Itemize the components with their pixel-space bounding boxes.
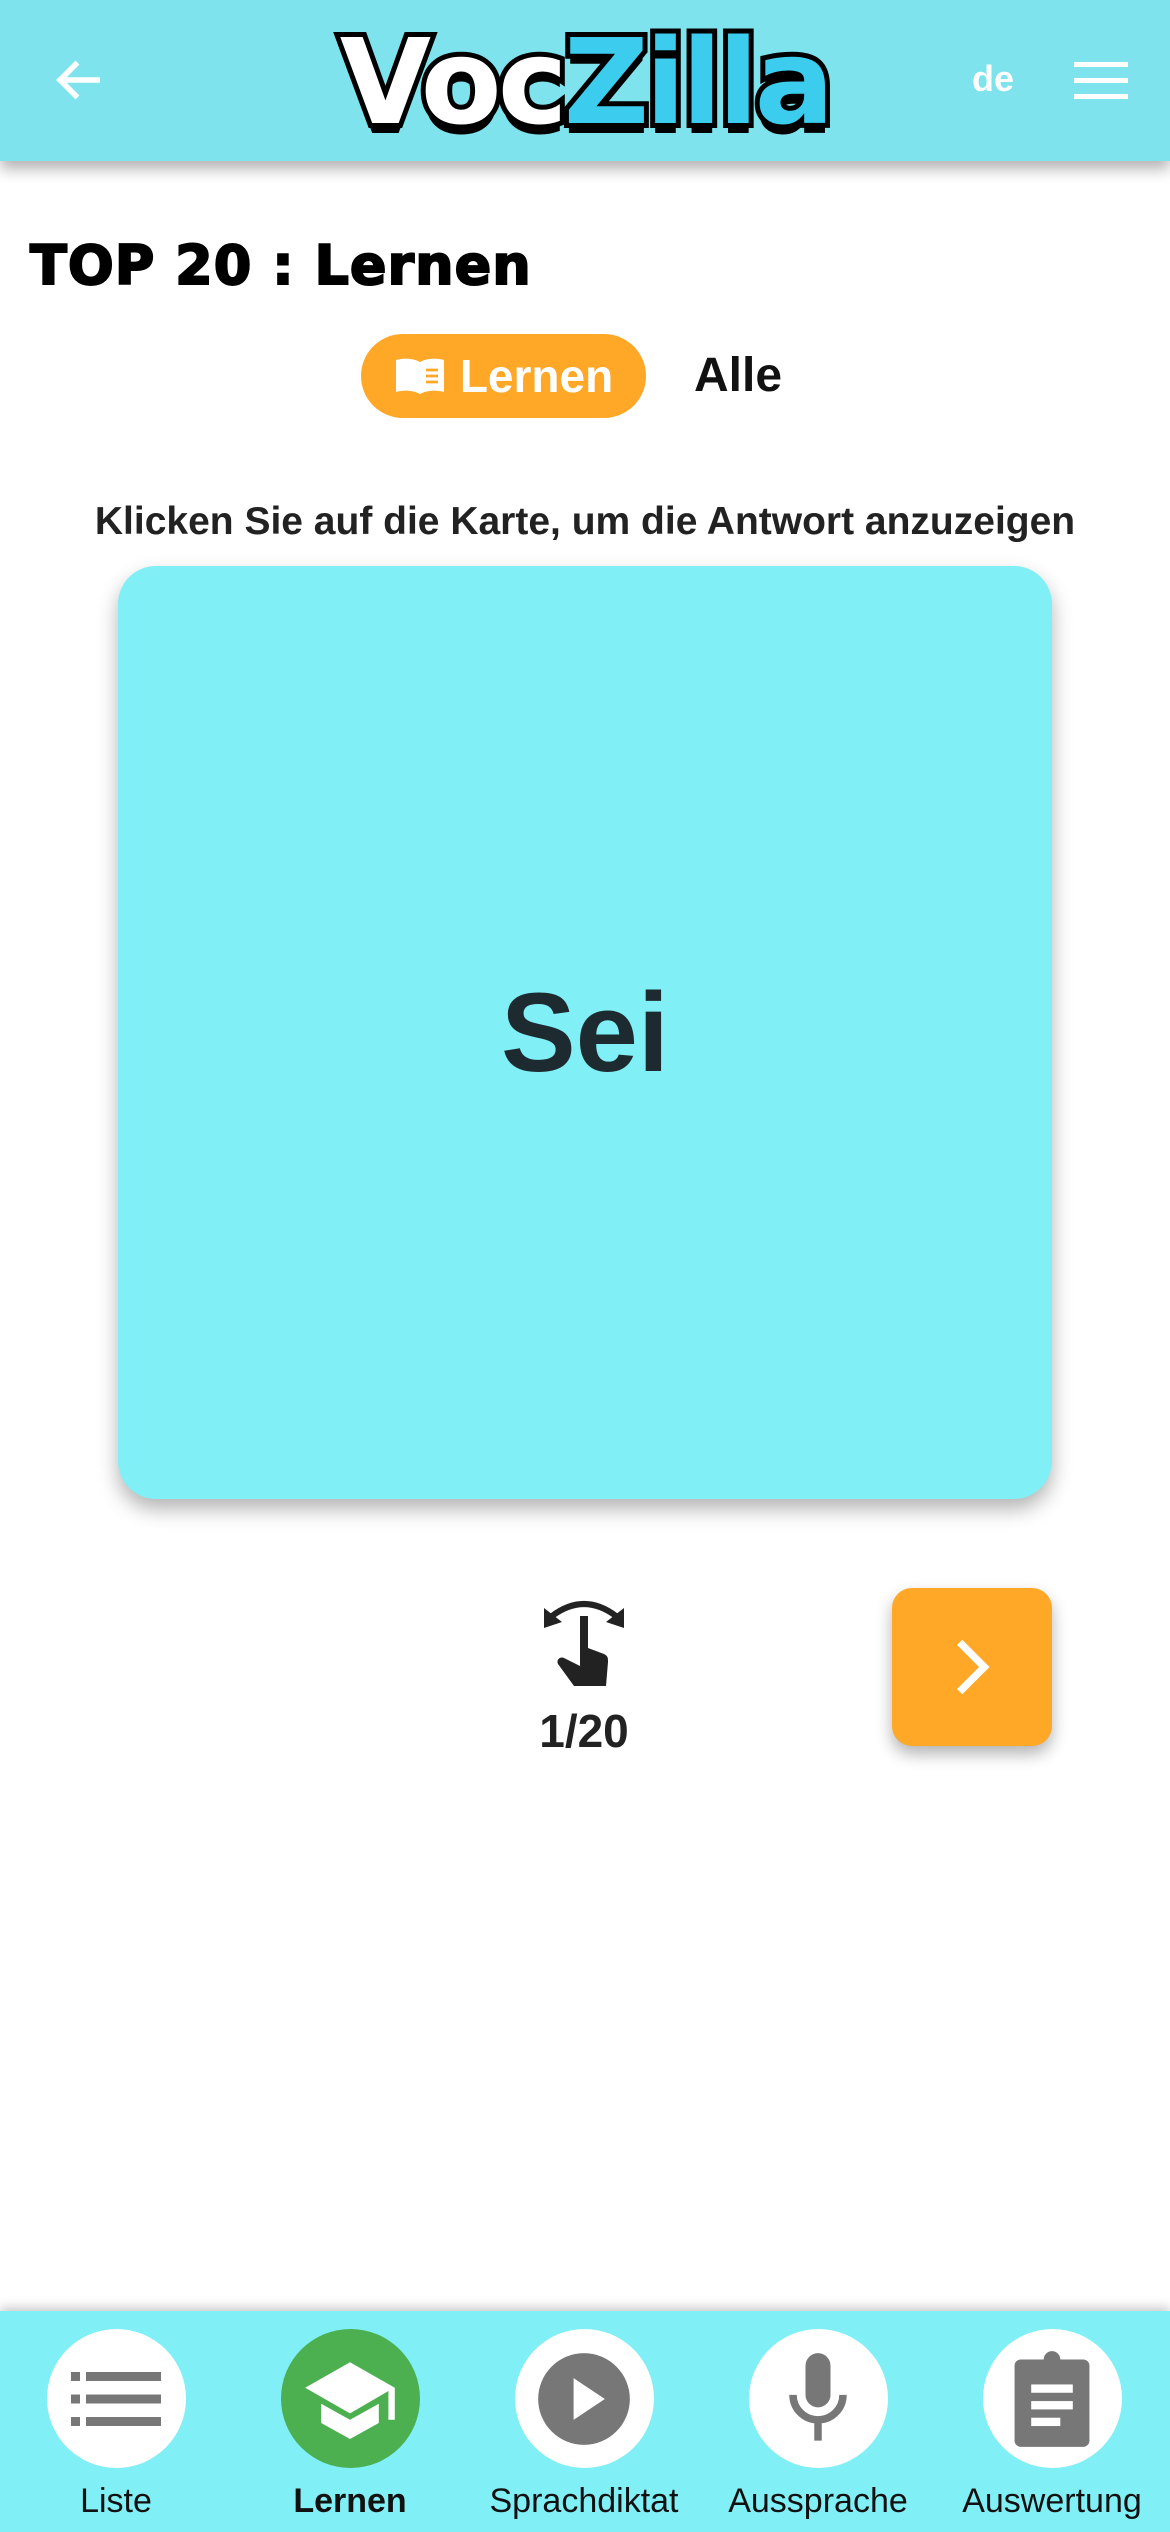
- voczilla-logo: Voc Zilla: [335, 8, 839, 156]
- nav-item-auswertung[interactable]: Auswertung: [937, 2329, 1167, 2521]
- flashcard-word: Sei: [500, 970, 670, 1095]
- tap-flip-icon: [544, 1601, 624, 1686]
- graduation-cap-icon: [305, 2361, 395, 2439]
- nav-item-liste[interactable]: Liste: [1, 2329, 231, 2521]
- list-icon: [71, 2371, 161, 2426]
- play-icon: [538, 2352, 630, 2445]
- back-arrow-icon[interactable]: [50, 50, 110, 110]
- bottom-navigation: Liste Lernen Sprachdiktat Aussprache Aus…: [0, 2311, 1170, 2532]
- progress-counter: 1/20: [539, 1705, 629, 1757]
- mode-alle-button[interactable]: Alle: [694, 348, 782, 403]
- clipboard-icon: [1014, 2350, 1090, 2447]
- nav-item-lernen[interactable]: Lernen: [235, 2329, 465, 2521]
- language-selector[interactable]: de: [972, 58, 1014, 100]
- nav-item-sprachdiktat[interactable]: Sprachdiktat: [469, 2329, 699, 2521]
- mode-lernen-button[interactable]: Lernen: [361, 334, 646, 418]
- app-header: Voc Zilla de: [0, 0, 1170, 161]
- book-icon: [395, 358, 444, 394]
- mode-lernen-label: Lernen: [459, 350, 614, 402]
- nav-item-aussprache[interactable]: Aussprache: [703, 2329, 933, 2521]
- flashcard[interactable]: Sei: [118, 566, 1052, 1499]
- instruction-text: Klicken Sie auf die Karte, um die Antwor…: [94, 500, 1076, 543]
- microphone-icon: [789, 2352, 847, 2441]
- chevron-right-icon: [957, 1639, 990, 1695]
- page-title: TOP 20 : Lernen: [29, 233, 532, 298]
- next-card-button[interactable]: [892, 1588, 1052, 1746]
- hamburger-menu-icon[interactable]: [1074, 62, 1128, 100]
